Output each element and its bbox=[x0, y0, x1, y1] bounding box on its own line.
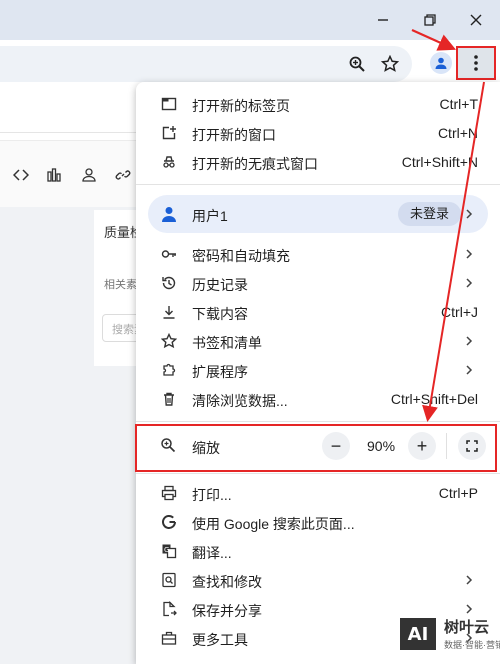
close-icon[interactable] bbox=[464, 8, 488, 32]
menu-item-find[interactable]: 查找和修改 bbox=[136, 566, 500, 594]
restore-icon[interactable] bbox=[418, 8, 442, 32]
menu-item-passwords[interactable]: 密码和自动填充 bbox=[136, 240, 500, 268]
menu-item-label: 打开新的窗口 bbox=[192, 127, 276, 143]
trash-icon bbox=[160, 390, 178, 408]
extension-icon bbox=[160, 361, 178, 379]
menu-item-new-tab[interactable]: 打开新的标签页 Ctrl+T bbox=[136, 90, 500, 118]
profile-icon[interactable] bbox=[430, 52, 452, 74]
menu-item-incognito[interactable]: 打开新的无痕式窗口 Ctrl+Shift+N bbox=[136, 148, 500, 176]
menu-item-bookmarks[interactable]: 书签和清单 bbox=[136, 327, 500, 355]
menu-item-extensions[interactable]: 扩展程序 bbox=[136, 356, 500, 384]
menu-item-label: 使用 Google 搜索此页面... bbox=[192, 516, 355, 532]
profile-row[interactable]: 用户1 未登录 bbox=[148, 195, 488, 233]
menu-item-label: 书签和清单 bbox=[192, 335, 262, 351]
menu-item-label: 打开新的标签页 bbox=[192, 98, 290, 114]
menu-item-google-search[interactable]: 使用 Google 搜索此页面... bbox=[136, 508, 500, 536]
bookmark-star-icon[interactable] bbox=[379, 53, 401, 75]
profile-name: 用户1 bbox=[192, 208, 228, 224]
page-divider bbox=[0, 132, 140, 133]
toolbox-icon bbox=[160, 629, 178, 647]
card-subtitle: 相关素 bbox=[104, 279, 137, 291]
new-tab-icon bbox=[160, 95, 178, 113]
google-icon bbox=[160, 513, 178, 531]
menu-separator bbox=[136, 184, 500, 185]
menu-item-shortcut: Ctrl+T bbox=[439, 96, 479, 112]
save-share-icon bbox=[160, 600, 178, 618]
chevron-right-icon bbox=[466, 365, 473, 375]
menu-item-label: 查找和修改 bbox=[192, 574, 262, 590]
chevron-right-icon bbox=[466, 209, 473, 219]
logo-mark: AI bbox=[398, 616, 438, 652]
key-icon bbox=[160, 245, 178, 263]
menu-item-label: 打印... bbox=[192, 487, 232, 503]
more-vert-icon[interactable] bbox=[456, 46, 496, 80]
menu-item-label: 翻译... bbox=[192, 545, 232, 561]
profile-avatar-icon bbox=[160, 205, 178, 223]
menu-item-label: 扩展程序 bbox=[192, 364, 248, 380]
download-icon bbox=[160, 303, 178, 321]
menu-item-print[interactable]: 打印... Ctrl+P bbox=[136, 479, 500, 507]
svg-text:G: G bbox=[164, 546, 169, 554]
menu-item-downloads[interactable]: 下载内容 Ctrl+J bbox=[136, 298, 500, 326]
menu-item-label: 保存并分享 bbox=[192, 603, 262, 619]
menu-item-new-window[interactable]: 打开新的窗口 Ctrl+N bbox=[136, 119, 500, 147]
chevron-right-icon bbox=[466, 336, 473, 346]
chevron-right-icon bbox=[466, 575, 473, 585]
menu-item-label: 历史记录 bbox=[192, 277, 248, 293]
watermark-logo: AI 树叶云 数据·智能·营销 bbox=[398, 612, 500, 660]
menu-item-clear-data[interactable]: 清除浏览数据... Ctrl+Shift+Del bbox=[136, 385, 500, 413]
menu-item-shortcut: Ctrl+P bbox=[438, 485, 478, 501]
translate-icon: G bbox=[160, 542, 178, 560]
star-icon bbox=[160, 332, 178, 350]
menu-separator bbox=[136, 421, 500, 422]
menu-item-shortcut: Ctrl+Shift+N bbox=[401, 154, 478, 170]
chrome-menu: 打开新的标签页 Ctrl+T 打开新的窗口 Ctrl+N 打开新的无痕式窗口 C… bbox=[136, 82, 500, 664]
chevron-right-icon bbox=[466, 278, 473, 288]
sign-in-status-badge: 未登录 bbox=[398, 202, 462, 226]
menu-item-shortcut: Ctrl+N bbox=[437, 125, 478, 141]
menu-item-shortcut: Ctrl+J bbox=[441, 304, 478, 320]
menu-item-label: 更多工具 bbox=[192, 632, 248, 648]
menu-item-label: 清除浏览数据... bbox=[192, 393, 288, 409]
link-icon[interactable] bbox=[114, 166, 132, 184]
menu-item-label: 打开新的无痕式窗口 bbox=[192, 156, 318, 172]
logo-name: 树叶云 bbox=[444, 619, 490, 636]
chevron-right-icon bbox=[466, 249, 473, 259]
menu-item-label: 下载内容 bbox=[192, 306, 248, 322]
history-icon bbox=[160, 274, 178, 292]
zoom-highlight-box bbox=[135, 424, 497, 472]
menu-item-history[interactable]: 历史记录 bbox=[136, 269, 500, 297]
find-icon bbox=[160, 571, 178, 589]
zoom-icon[interactable] bbox=[346, 53, 368, 75]
browser-toolbar bbox=[0, 40, 500, 88]
menu-item-shortcut: Ctrl+Shift+Del bbox=[390, 391, 478, 407]
code-icon[interactable] bbox=[12, 166, 30, 184]
menu-separator bbox=[136, 473, 500, 474]
logo-tagline: 数据·智能·营销 bbox=[444, 640, 500, 650]
new-window-icon bbox=[160, 124, 178, 142]
incognito-icon bbox=[160, 153, 178, 171]
minimize-icon[interactable] bbox=[371, 8, 395, 32]
person-icon[interactable] bbox=[80, 166, 98, 184]
chart-icon[interactable] bbox=[45, 166, 63, 184]
print-icon bbox=[160, 484, 178, 502]
menu-item-label: 密码和自动填充 bbox=[192, 248, 290, 264]
menu-item-translate[interactable]: G 翻译... bbox=[136, 537, 500, 565]
